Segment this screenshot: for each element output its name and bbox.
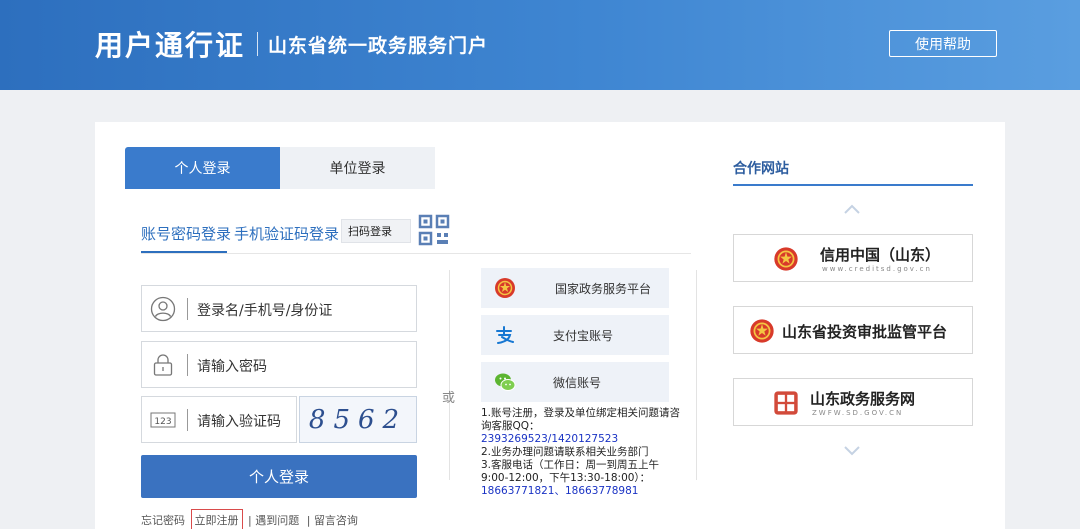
- national-emblem-icon: [750, 319, 774, 343]
- captcha-number-icon: 123: [150, 412, 176, 428]
- forgot-password-link[interactable]: 忘记密码: [141, 512, 185, 528]
- username-input[interactable]: 登录名/手机号/身份证: [197, 300, 332, 320]
- user-icon: [150, 296, 176, 322]
- divider-right: [696, 270, 697, 480]
- seal-logo-icon: [774, 391, 798, 415]
- partner-name: 信用中国（山东）: [820, 246, 941, 264]
- method-sms-code[interactable]: 手机验证码登录: [234, 223, 339, 244]
- feedback-link[interactable]: 留言咨询: [314, 512, 358, 528]
- divider-left: [449, 270, 450, 480]
- brand: 用户通行证 山东省统一政务服务门户: [95, 24, 488, 64]
- note-phone-hours: 3.客服电话（工作日：周一到周五上午9:00-12:00，下午13:30-18:…: [481, 459, 660, 484]
- lock-icon: [153, 354, 173, 376]
- wechat-label: 微信账号: [553, 375, 602, 390]
- national-emblem-icon: [495, 278, 515, 298]
- problem-link[interactable]: 遇到问题: [255, 512, 299, 528]
- method-divider-line: [141, 253, 691, 254]
- help-button[interactable]: 使用帮助: [889, 30, 997, 57]
- note-phone-numbers: 18663771821、18663778981: [481, 485, 639, 497]
- national-platform-login[interactable]: 国家政务服务平台: [481, 268, 669, 308]
- chevron-down-icon[interactable]: [843, 446, 861, 456]
- wechat-icon: [495, 373, 516, 391]
- svg-text:123: 123: [154, 417, 171, 427]
- partner-url: www.creditsd.gov.cn: [822, 265, 932, 273]
- password-input[interactable]: 请输入密码: [197, 356, 267, 376]
- field-divider: [187, 354, 188, 376]
- captcha-field[interactable]: 123 请输入验证码: [141, 396, 297, 443]
- link-separator: |: [248, 514, 252, 527]
- brand-subtitle: 山东省统一政务服务门户: [268, 34, 489, 57]
- partner-title-underline: [733, 184, 973, 186]
- login-links: 忘记密码 立即注册 | 遇到问题 | 留言咨询: [141, 509, 358, 529]
- partner-sites-title: 合作网站: [733, 161, 789, 177]
- wechat-login[interactable]: 微信账号: [481, 362, 669, 402]
- personal-login-button[interactable]: 个人登录: [141, 455, 417, 498]
- note-qq-numbers: 2393269523/1420127523: [481, 433, 619, 445]
- note-register: 1.账号注册，登录及单位绑定相关问题请咨询客服QQ：: [481, 407, 681, 432]
- tab-organization-login[interactable]: 单位登录: [280, 147, 435, 189]
- national-emblem-icon: [774, 247, 798, 271]
- partner-investment-approval-platform[interactable]: 山东省投资审批监管平台: [733, 306, 973, 354]
- login-method-row: 账号密码登录 手机验证码登录 扫码登录: [141, 214, 691, 255]
- partner-name: 山东政务服务网: [810, 390, 916, 408]
- or-label: 或: [442, 391, 456, 406]
- username-field[interactable]: 登录名/手机号/身份证: [141, 285, 417, 332]
- method-scan-login[interactable]: 扫码登录: [341, 219, 411, 243]
- register-link[interactable]: 立即注册: [190, 509, 243, 529]
- tab-personal-login[interactable]: 个人登录: [125, 147, 280, 189]
- partner-credit-china-shandong[interactable]: 信用中国（山东） www.creditsd.gov.cn: [733, 234, 973, 282]
- alipay-label: 支付宝账号: [553, 328, 614, 343]
- alipay-icon: [496, 326, 514, 344]
- qr-code-icon[interactable]: [418, 214, 450, 246]
- login-card: 个人登录 单位登录 账号密码登录 手机验证码登录 扫码登录 登录名/手机号/身份…: [95, 122, 1005, 529]
- partner-url: ZWFW.SD.GOV.CN: [812, 409, 904, 417]
- brand-title: 用户通行证: [95, 29, 246, 62]
- national-platform-label: 国家政务服务平台: [555, 281, 652, 296]
- captcha-image[interactable]: 8562: [299, 396, 417, 443]
- field-divider: [187, 409, 188, 431]
- help-notes: 1.账号注册，登录及单位绑定相关问题请咨询客服QQ： 2393269523/14…: [481, 407, 681, 498]
- method-account-password[interactable]: 账号密码登录: [141, 223, 231, 244]
- chevron-up-icon[interactable]: [843, 204, 861, 214]
- password-field[interactable]: 请输入密码: [141, 341, 417, 388]
- top-header: 用户通行证 山东省统一政务服务门户 使用帮助: [0, 0, 1080, 90]
- login-type-tabs: 个人登录 单位登录: [125, 147, 435, 189]
- link-separator: |: [306, 514, 311, 527]
- partner-name: 山东省投资审批监管平台: [782, 323, 948, 341]
- brand-divider: [257, 32, 259, 56]
- captcha-input[interactable]: 请输入验证码: [197, 411, 281, 431]
- field-divider: [187, 298, 188, 320]
- note-business: 2.业务办理问题请联系相关业务部门: [481, 446, 649, 458]
- partner-shandong-gov-service[interactable]: 山东政务服务网 ZWFW.SD.GOV.CN: [733, 378, 973, 426]
- alipay-login[interactable]: 支付宝账号: [481, 315, 669, 355]
